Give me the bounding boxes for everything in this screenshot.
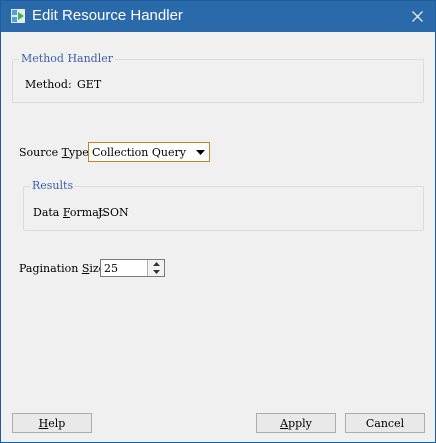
help-accesskey: H [38, 416, 49, 430]
data-format-label: Data Format: [33, 206, 107, 219]
method-handler-title: Method Handler [19, 52, 116, 65]
pagination-size-label: Pagination Size: [19, 262, 109, 275]
source-type-label-part: Source [19, 146, 62, 159]
close-icon [411, 11, 423, 22]
apply-label: pply [288, 416, 312, 430]
chevron-down-icon [196, 150, 205, 155]
close-button[interactable] [399, 1, 435, 32]
chevron-up-icon [152, 262, 160, 266]
title-bar[interactable]: Edit Resource Handler [1, 1, 435, 32]
results-group: Results Data Format: JSON [23, 179, 424, 231]
source-type-accesskey: T [61, 146, 70, 159]
dialog-title: Edit Resource Handler [32, 7, 183, 24]
cancel-label: Cancel [365, 416, 405, 430]
source-type-value: Collection Query [92, 146, 186, 159]
data-format-accesskey: F [62, 206, 70, 219]
pagination-size-stepper[interactable]: 25 [100, 259, 165, 277]
method-handler-group: Method Handler Method: GET [12, 52, 424, 103]
stepper-down-button[interactable] [148, 268, 164, 276]
help-button[interactable]: Help [12, 413, 92, 433]
data-format-value: JSON [98, 206, 129, 219]
resource-handler-icon [11, 9, 25, 23]
source-type-select[interactable]: Collection Query [88, 142, 210, 162]
apply-button[interactable]: Apply [256, 413, 336, 433]
stepper-up-button[interactable] [148, 260, 164, 268]
apply-accesskey: A [280, 416, 289, 430]
dialog-window: Edit Resource Handler Method Handler Met… [0, 0, 436, 443]
results-title: Results [30, 179, 76, 192]
pagination-label-part: Pagination [19, 262, 82, 275]
data-format-label-part: Data [33, 206, 63, 219]
chevron-down-icon [152, 270, 160, 274]
cancel-button[interactable]: Cancel [345, 413, 425, 433]
method-label: Method: [25, 78, 72, 91]
pagination-size-value: 25 [104, 262, 118, 275]
source-type-label: Source Type: [19, 146, 93, 159]
stepper-buttons [147, 260, 164, 276]
help-label: elp [48, 416, 66, 430]
method-value: GET [77, 78, 102, 91]
